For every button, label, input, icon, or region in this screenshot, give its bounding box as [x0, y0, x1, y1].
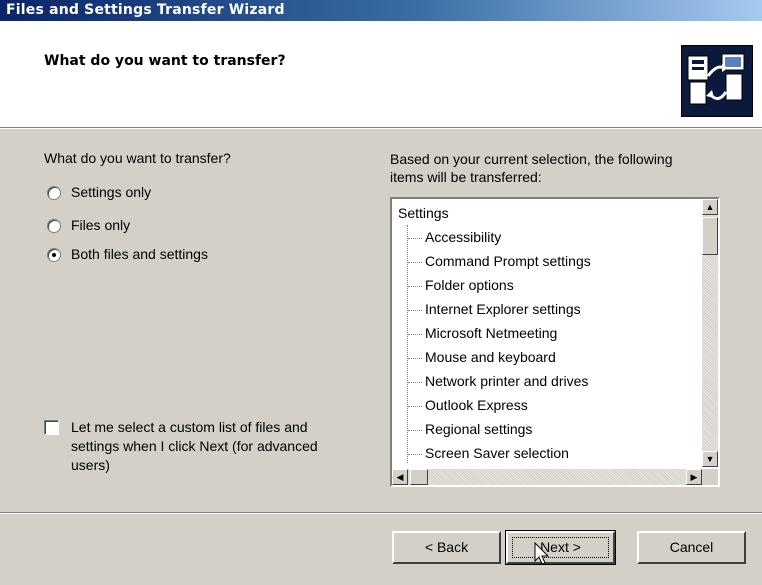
cancel-button[interactable]: Cancel [637, 531, 746, 564]
radio-label: Files only [71, 217, 131, 233]
focus-indicator [512, 537, 609, 558]
transfer-description: Based on your current selection, the fol… [390, 151, 673, 185]
tree-item[interactable]: Accessibility [425, 229, 501, 245]
horizontal-scrollbar[interactable]: ◀ ▶ [392, 469, 702, 485]
mouse-pointer-icon [534, 541, 550, 569]
tree-connector [408, 358, 422, 359]
tree-item[interactable]: Network printer and drives [425, 373, 588, 389]
tree-item[interactable]: Mouse and keyboard [425, 349, 556, 365]
radio-button[interactable] [47, 186, 61, 200]
tree-connector [408, 286, 422, 287]
scrollbar-corner [702, 469, 718, 485]
transfer-items-tree[interactable]: Settings Accessibility Command Prompt se… [390, 197, 720, 487]
tree-root-settings[interactable]: Settings [398, 205, 449, 221]
tree-item[interactable]: Microsoft Netmeeting [425, 325, 557, 341]
custom-list-label: Let me select a custom list of files and… [71, 419, 318, 473]
window-titlebar[interactable]: Files and Settings Transfer Wizard [0, 0, 762, 21]
radio-selected-dot [52, 253, 56, 257]
scroll-up-arrow-icon[interactable]: ▲ [702, 199, 718, 215]
wizard-header: What do you want to transfer? [0, 21, 762, 127]
tree-connector [407, 225, 408, 463]
tree-item[interactable]: Outlook Express [425, 397, 528, 413]
tree-item[interactable]: Regional settings [425, 421, 532, 437]
radio-button[interactable] [47, 248, 61, 262]
transfer-wizard-icon [681, 45, 753, 117]
tree-connector [408, 454, 422, 455]
vertical-scroll-thumb[interactable] [702, 217, 718, 255]
tree-connector [408, 382, 422, 383]
tree-item[interactable]: Command Prompt settings [425, 253, 591, 269]
tree-connector [408, 310, 422, 311]
radio-label: Settings only [71, 184, 152, 200]
radio-button[interactable] [47, 219, 61, 233]
tree-item[interactable]: Internet Explorer settings [425, 301, 581, 317]
tree-connector [408, 334, 422, 335]
back-button[interactable]: < Back [392, 531, 501, 564]
footer-divider-highlight [0, 513, 762, 514]
scroll-down-arrow-icon[interactable]: ▼ [702, 451, 718, 467]
custom-list-checkbox[interactable] [44, 420, 59, 435]
tree-connector [408, 406, 422, 407]
scroll-right-arrow-icon[interactable]: ▶ [686, 469, 702, 485]
tree-connector [408, 262, 422, 263]
tree-connector [408, 430, 422, 431]
scroll-left-arrow-icon[interactable]: ◀ [392, 469, 408, 485]
window-title: Files and Settings Transfer Wizard [6, 2, 285, 18]
header-divider-highlight [0, 128, 762, 129]
page-title: What do you want to transfer? [44, 53, 286, 69]
tree-item[interactable]: Screen Saver selection [425, 445, 569, 461]
vertical-scrollbar[interactable]: ▲ ▼ [702, 199, 718, 467]
tree-connector [408, 238, 422, 239]
tree-item[interactable]: Folder options [425, 277, 514, 293]
horizontal-scroll-thumb[interactable] [410, 469, 428, 485]
next-button[interactable]: Next > [505, 530, 616, 565]
radio-label: Both files and settings [71, 246, 208, 262]
transfer-question: What do you want to transfer? [44, 150, 231, 166]
